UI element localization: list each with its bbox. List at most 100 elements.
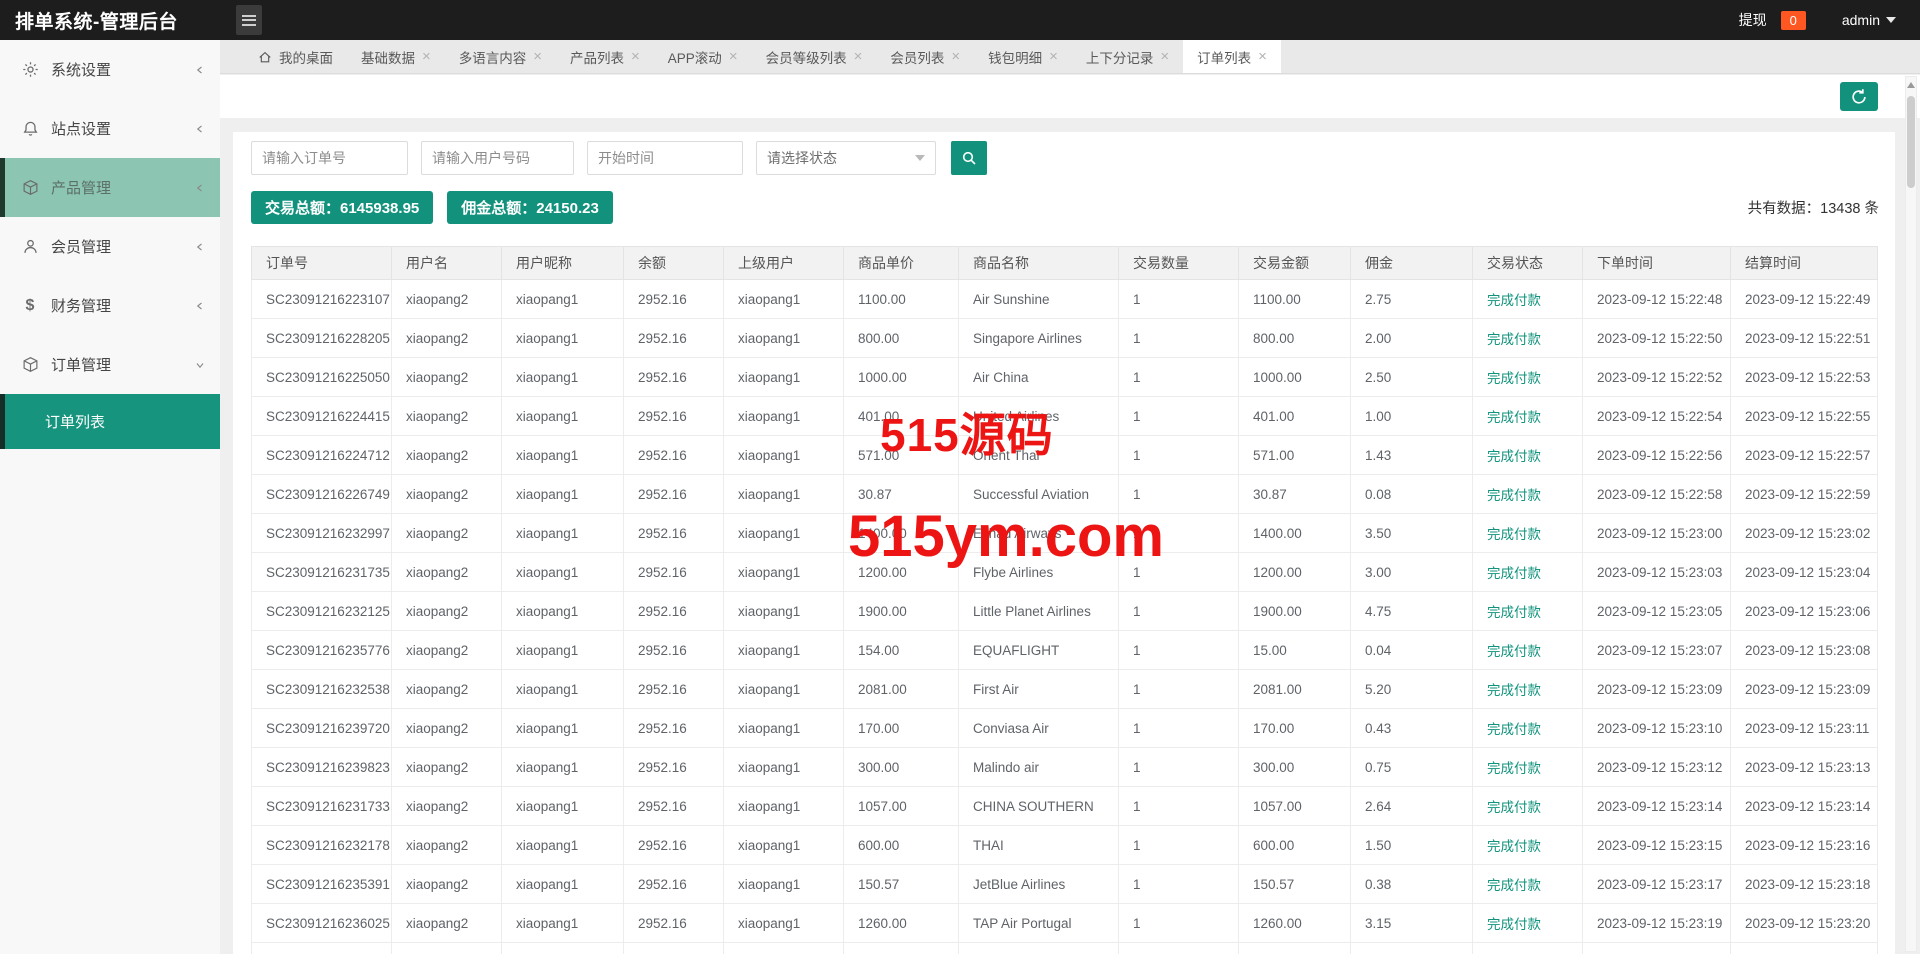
table-cell: 完成付款 (1473, 319, 1583, 358)
sidebar-item-0[interactable]: 系统设置 (0, 40, 220, 99)
tab-7[interactable]: 钱包明细× (974, 40, 1072, 73)
vertical-scrollbar[interactable] (1905, 76, 1917, 952)
tab-5[interactable]: 会员等级列表× (752, 40, 877, 73)
table-cell: xiaopang2 (392, 319, 502, 358)
sidebar-item-4[interactable]: $财务管理 (0, 276, 220, 335)
withdraw-link[interactable]: 提现 (1739, 10, 1767, 30)
sidebar: 系统设置站点设置产品管理会员管理$财务管理订单管理订单列表 (0, 40, 220, 954)
sidebar-item-5[interactable]: 订单管理 (0, 335, 220, 394)
withdraw-count-badge[interactable]: 0 (1781, 11, 1806, 30)
trade-total-badge[interactable]: 交易总额：6145938.95 (251, 191, 433, 224)
tab-3[interactable]: 产品列表× (556, 40, 654, 73)
close-icon[interactable]: × (631, 49, 640, 64)
column-header: 交易状态 (1473, 247, 1583, 280)
table-cell: xiaopang1 (502, 319, 624, 358)
hamburger-button[interactable] (236, 5, 262, 35)
table-cell: 完成付款 (1473, 748, 1583, 787)
start-time-input[interactable] (587, 141, 743, 175)
tab-4[interactable]: APP滚动× (654, 40, 752, 73)
table-cell: 401.00 (844, 397, 959, 436)
tab-1[interactable]: 基础数据 × (347, 40, 445, 73)
scroll-up-arrow-icon[interactable] (1907, 82, 1915, 88)
sidebar-subitem-order-list[interactable]: 订单列表 (0, 394, 220, 449)
close-icon[interactable]: × (854, 49, 863, 64)
table-cell: Singapore Airlines (959, 319, 1119, 358)
table-cell: xiaopang1 (724, 319, 844, 358)
table-cell: 571.00 (1239, 436, 1351, 475)
tab-label: 多语言内容 (459, 47, 527, 67)
chevron-left-icon (194, 64, 206, 76)
table-cell: xiaopang2 (392, 709, 502, 748)
refresh-button[interactable] (1840, 82, 1878, 111)
table-cell: 2952.16 (624, 865, 724, 904)
table-cell: 1 (1119, 553, 1239, 592)
table-row: SC23091216226749xiaopang2xiaopang12952.1… (252, 475, 1878, 514)
user-number-input[interactable] (421, 141, 574, 175)
table-cell: SC23091216228205 (252, 319, 392, 358)
table-cell: 2023-09-12 15:22:49 (1731, 280, 1878, 319)
table-cell: 2081.00 (844, 670, 959, 709)
order-number-input[interactable] (251, 141, 408, 175)
close-icon[interactable]: × (422, 49, 431, 64)
table-cell: 2023-09-12 15:23:16 (1731, 826, 1878, 865)
table-cell: 2952.16 (624, 748, 724, 787)
column-header: 用户名 (392, 247, 502, 280)
close-icon[interactable]: × (1258, 49, 1267, 64)
table-cell: SC23091216239720 (252, 709, 392, 748)
table-cell: SC23091216239823 (252, 748, 392, 787)
table-cell: 1.43 (1351, 436, 1473, 475)
table-row: SC23091216235391xiaopang2xiaopang12952.1… (252, 865, 1878, 904)
search-button[interactable] (951, 141, 987, 175)
table-cell: TAP Air Portugal (959, 904, 1119, 943)
tab-9[interactable]: 订单列表× (1183, 40, 1281, 73)
commission-total-badge[interactable]: 佣金总额：24150.23 (447, 191, 613, 224)
table-cell: xiaopang1 (724, 787, 844, 826)
tab-label: 基础数据 (361, 47, 415, 67)
orders-table: 订单号用户名用户昵称余额上级用户商品单价商品名称交易数量交易金额佣金交易状态下单… (251, 246, 1878, 954)
table-cell: xiaopang2 (392, 787, 502, 826)
close-icon[interactable]: × (951, 49, 960, 64)
table-cell: xiaopang2 (392, 631, 502, 670)
tab-2[interactable]: 多语言内容 × (445, 40, 556, 73)
table-cell: xiaopang2 (392, 748, 502, 787)
table-cell: 2023-09-12 15:22:52 (1583, 358, 1731, 397)
table-cell: 2952.16 (624, 631, 724, 670)
table-cell: 1.00 (1351, 397, 1473, 436)
close-icon[interactable]: × (729, 49, 738, 64)
table-cell: 3.50 (1351, 514, 1473, 553)
table-cell: 170.00 (1239, 709, 1351, 748)
user-menu[interactable]: admin (1842, 12, 1896, 28)
table-cell: 2081.00 (1239, 670, 1351, 709)
table-cell (1731, 943, 1878, 954)
tab-0[interactable]: 我的桌面 (244, 40, 347, 73)
tab-6[interactable]: 会员列表× (876, 40, 974, 73)
sidebar-item-1[interactable]: 站点设置 (0, 99, 220, 158)
table-cell: 2.00 (1351, 319, 1473, 358)
close-icon[interactable]: × (533, 49, 542, 64)
table-row: SC23091216239823xiaopang2xiaopang12952.1… (252, 748, 1878, 787)
table-cell: xiaopang2 (392, 670, 502, 709)
table-cell: 2023-09-12 15:23:03 (1583, 553, 1731, 592)
table-cell: 1057.00 (844, 787, 959, 826)
scrollbar-thumb[interactable] (1907, 96, 1915, 188)
status-select[interactable]: 请选择状态 (756, 141, 936, 175)
sidebar-item-3[interactable]: 会员管理 (0, 217, 220, 276)
table-row: SC23091216225050xiaopang2xiaopang12952.1… (252, 358, 1878, 397)
tab-8[interactable]: 上下分记录× (1072, 40, 1183, 73)
table-cell: 2023-09-12 15:23:18 (1731, 865, 1878, 904)
table-row: SC23091216235776xiaopang2xiaopang12952.1… (252, 631, 1878, 670)
tab-label: 我的桌面 (279, 47, 333, 67)
close-icon[interactable]: × (1160, 49, 1169, 64)
table-cell: Etihad Airways (959, 514, 1119, 553)
table-cell: 154.00 (844, 631, 959, 670)
table-cell: 0.04 (1351, 631, 1473, 670)
table-cell: xiaopang2 (392, 553, 502, 592)
close-icon[interactable]: × (1049, 49, 1058, 64)
table-cell: 2023-09-12 15:23:17 (1583, 865, 1731, 904)
table-cell: 150.57 (844, 865, 959, 904)
table-cell: 15.00 (1239, 631, 1351, 670)
table-cell: 2023-09-12 15:23:04 (1731, 553, 1878, 592)
table-cell: xiaopang1 (502, 670, 624, 709)
sidebar-item-2[interactable]: 产品管理 (0, 158, 220, 217)
cube-icon (20, 179, 40, 196)
